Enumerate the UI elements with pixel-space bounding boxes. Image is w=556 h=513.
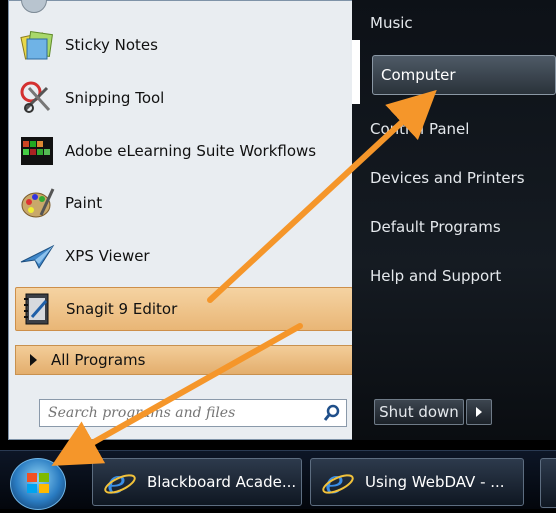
shutdown-options-button[interactable] <box>466 399 492 425</box>
taskbar-button-label: Using WebDAV - ... <box>365 473 505 491</box>
menu-item-sticky-notes[interactable]: Sticky Notes <box>15 23 353 67</box>
search-icon[interactable] <box>318 400 346 426</box>
right-item-label: Computer <box>381 66 456 84</box>
xps-viewer-icon <box>15 234 59 278</box>
menu-item-adobe-elearning[interactable]: Adobe eLearning Suite Workflows <box>15 129 353 173</box>
triangle-right-icon <box>30 354 37 366</box>
right-item-computer[interactable]: Computer <box>372 55 556 95</box>
start-menu-right-pane: Music Computer Control Panel Devices and… <box>352 0 556 440</box>
chevron-right-icon <box>476 407 482 417</box>
right-item-default-programs[interactable]: Default Programs <box>370 218 501 236</box>
windows-start-orb-icon[interactable] <box>10 458 66 510</box>
search-box[interactable] <box>39 399 347 427</box>
shutdown-label: Shut down <box>379 403 459 421</box>
start-menu-left-pane: Sticky Notes Snipping Tool Adobe eLearni… <box>8 0 361 440</box>
taskbar-button-blackboard[interactable]: e Blackboard Acade... <box>92 458 302 506</box>
right-item-help-support[interactable]: Help and Support <box>370 267 501 285</box>
menu-item-xps-viewer[interactable]: XPS Viewer <box>15 234 353 278</box>
paint-palette-icon <box>15 181 59 225</box>
menu-item-label: Snagit 9 Editor <box>66 300 178 318</box>
snagit-icon <box>16 287 60 331</box>
all-programs-label: All Programs <box>51 351 146 369</box>
shutdown-button[interactable]: Shut down <box>374 399 464 425</box>
pane-separator <box>352 40 360 104</box>
menu-item-label: Snipping Tool <box>65 89 165 107</box>
all-programs-button[interactable]: All Programs <box>15 345 361 375</box>
right-item-music[interactable]: Music <box>370 14 413 32</box>
adobe-elearning-icon <box>15 129 59 173</box>
menu-item-label: Paint <box>65 194 103 212</box>
menu-item-snipping-tool[interactable]: Snipping Tool <box>15 76 353 120</box>
menu-item-snagit-editor[interactable]: Snagit 9 Editor <box>15 287 353 331</box>
menu-item-label: Sticky Notes <box>65 36 158 54</box>
menu-item-label: XPS Viewer <box>65 247 150 265</box>
partial-program-icon <box>21 0 47 13</box>
menu-item-paint[interactable]: Paint <box>15 181 353 225</box>
taskbar-button-label: Blackboard Acade... <box>147 473 297 491</box>
right-item-devices-printers[interactable]: Devices and Printers <box>370 169 525 187</box>
internet-explorer-icon: e <box>104 465 136 499</box>
taskbar-button-webdav[interactable]: e Using WebDAV - ... <box>310 458 524 506</box>
taskbar-button-partial[interactable] <box>540 458 556 508</box>
search-input[interactable] <box>40 404 318 422</box>
sticky-notes-icon <box>15 23 59 67</box>
scissors-icon <box>15 76 59 120</box>
right-item-control-panel[interactable]: Control Panel <box>370 120 469 138</box>
menu-item-label: Adobe eLearning Suite Workflows <box>65 142 317 160</box>
internet-explorer-icon: e <box>322 465 354 499</box>
